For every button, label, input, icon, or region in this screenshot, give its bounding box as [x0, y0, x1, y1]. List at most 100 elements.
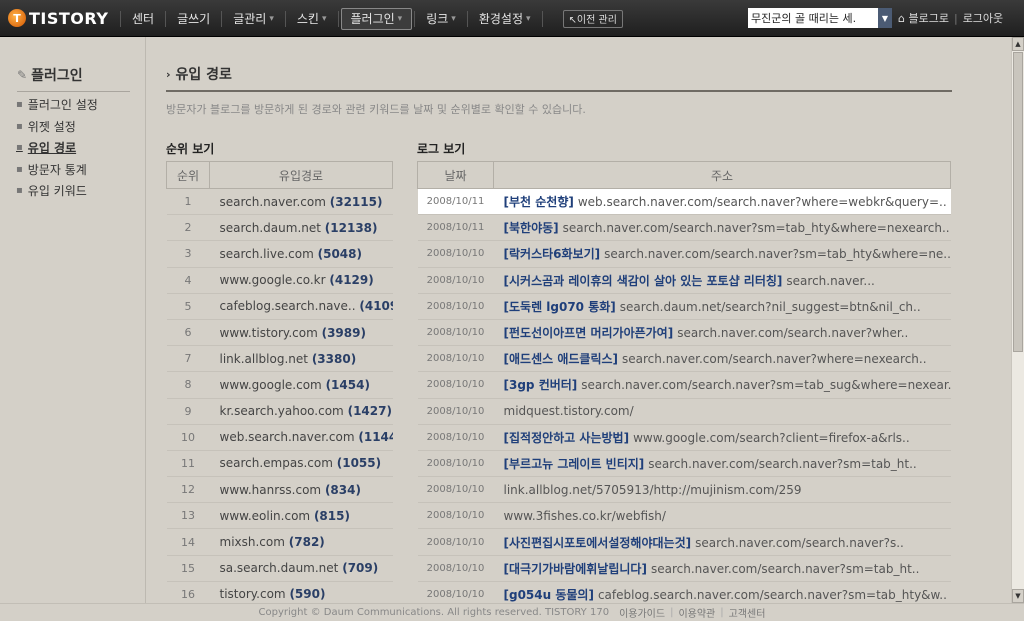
source-domain[interactable]: search.daum.net [220, 221, 321, 235]
source-cell[interactable]: www.google.com (1454) [209, 371, 393, 399]
url-link[interactable]: search.naver.com/search.naver?sm=tab_hty… [563, 221, 950, 235]
nav-item-0[interactable]: 센터 [123, 8, 163, 30]
tistory-logo[interactable]: T TISTORY [8, 8, 108, 28]
url-link[interactable]: search.naver... [786, 274, 874, 288]
nav-item-1[interactable]: 글쓰기 [168, 8, 219, 30]
url-link[interactable]: search.naver.com/search.naver?sm=tab_ht.… [648, 457, 916, 471]
url-cell[interactable]: midquest.tistory.com/ [493, 398, 951, 425]
nav-item-4[interactable]: 플러그인 ▾ [340, 7, 413, 30]
url-cell[interactable]: [북한야동] search.naver.com/search.naver?sm=t… [493, 214, 951, 242]
source-domain[interactable]: web.search.naver.com [220, 430, 355, 444]
url-link[interactable]: search.naver.com/search.naver?sm=tab_hty… [604, 247, 950, 261]
sidebar-item-3[interactable]: ▪ 방문자 통계 [16, 159, 98, 181]
keyword-label[interactable]: [북한야동] [504, 221, 559, 235]
scrollbar-thumb[interactable] [1013, 52, 1023, 352]
source-cell[interactable]: sa.search.daum.net (709) [209, 555, 393, 582]
source-domain[interactable]: www.hanrss.com [220, 483, 322, 497]
previous-admin-button[interactable]: ↖이전 관리 [562, 9, 623, 28]
url-link[interactable]: search.naver.com/search.naver?wher.. [677, 326, 908, 340]
source-cell[interactable]: link.allblog.net (3380) [209, 345, 393, 373]
keyword-label[interactable]: [집적정안하고 사는방법] [504, 431, 630, 445]
url-cell[interactable]: [시커스곰과 레이휴의 색감이 살아 있는 포토샵 리터칭] search.nav… [493, 267, 951, 294]
footer-link-guide[interactable]: 이용가이드 [619, 605, 665, 620]
url-link[interactable]: search.naver.com/search.naver?where=nexe… [622, 352, 927, 366]
url-link[interactable]: cafeblog.search.naver.com/search.naver?s… [598, 588, 947, 602]
url-cell[interactable]: [집적정안하고 사는방법] www.google.com/search?clien… [493, 424, 951, 451]
keyword-label[interactable]: [3gp 컨버터] [504, 378, 578, 392]
keyword-label[interactable]: [부르고뉴 그레이트 빈티지] [504, 457, 645, 471]
source-cell[interactable]: www.tistory.com (3989) [209, 319, 393, 347]
url-cell[interactable]: [대극기가바람에휘날립니다] search.naver.com/search.na… [493, 555, 951, 582]
source-cell[interactable]: search.empas.com (1055) [209, 450, 393, 478]
source-cell[interactable]: cafeblog.search.nave.. (4109) [209, 293, 393, 320]
source-cell[interactable]: www.google.co.kr (4129) [209, 267, 393, 294]
sidebar-item-1[interactable]: ▪ 위젯 설정 [16, 116, 98, 138]
scroll-up-icon[interactable]: ▲ [1012, 37, 1024, 51]
source-domain[interactable]: sa.search.daum.net [220, 561, 339, 575]
keyword-label[interactable]: [락커스타6화보기] [504, 247, 601, 261]
chevron-down-icon[interactable]: ▼ [878, 8, 892, 28]
url-link[interactable]: search.naver.com/search.naver?sm=tab_sug… [581, 378, 950, 392]
keyword-label[interactable]: [대극기가바람에휘날립니다] [504, 562, 647, 576]
url-link[interactable]: link.allblog.net/5705913/http://mujinism… [504, 483, 802, 497]
sidebar-item-0[interactable]: ▪ 플러그인 설정 [16, 94, 98, 116]
nav-item-3[interactable]: 스킨 ▾ [288, 8, 336, 30]
source-cell[interactable]: kr.search.yahoo.com (1427) [209, 398, 393, 425]
url-link[interactable]: web.search.naver.com/search.naver?where=… [578, 195, 947, 209]
url-cell[interactable]: [도둑렌 lg070 통화] search.daum.net/search?nil… [493, 293, 951, 320]
source-domain[interactable]: search.empas.com [220, 456, 333, 470]
url-cell[interactable]: [애드센스 애드클릭스] search.naver.com/search.nave… [493, 345, 951, 373]
footer-link-support[interactable]: 고객센터 [729, 605, 766, 620]
source-domain[interactable]: mixsh.com [220, 535, 285, 549]
source-domain[interactable]: link.allblog.net [220, 352, 308, 366]
nav-item-5[interactable]: 링크 ▾ [417, 8, 465, 30]
source-domain[interactable]: search.live.com [220, 247, 314, 261]
source-cell[interactable]: search.live.com (5048) [209, 240, 393, 268]
url-cell[interactable]: [부르고뉴 그레이트 빈티지] search.naver.com/search.n… [493, 450, 951, 478]
url-link[interactable]: www.3fishes.co.kr/webfish/ [504, 509, 666, 523]
nav-item-2[interactable]: 글관리 ▾ [224, 8, 283, 30]
source-cell[interactable]: tistory.com (590) [209, 581, 393, 603]
source-cell[interactable]: www.hanrss.com (834) [209, 476, 393, 504]
source-cell[interactable]: search.daum.net (12138) [209, 214, 393, 242]
url-link[interactable]: search.naver.com/search.naver?sm=tab_ht.… [651, 562, 919, 576]
footer-link-terms[interactable]: 이용약관 [678, 605, 715, 620]
keyword-label[interactable]: [사진편집시포토에서설정해야대는것] [504, 536, 692, 550]
keyword-label[interactable]: [펀도선이아프면 머리가아픈가여] [504, 326, 674, 340]
source-domain[interactable]: cafeblog.search.nave.. [220, 299, 356, 313]
url-cell[interactable]: [3gp 컨버터] search.naver.com/search.naver?s… [493, 371, 951, 399]
source-domain[interactable]: tistory.com [220, 587, 286, 601]
url-link[interactable]: search.daum.net/search?nil_suggest=btn&n… [620, 300, 921, 314]
source-cell[interactable]: web.search.naver.com (1144) [209, 424, 393, 451]
source-cell[interactable]: www.eolin.com (815) [209, 502, 393, 530]
source-domain[interactable]: www.google.com [220, 378, 322, 392]
url-cell[interactable]: [사진편집시포토에서설정해야대는것] search.naver.com/searc… [493, 528, 951, 556]
sidebar-item-2[interactable]: ▪ 유입 경로 [16, 137, 98, 159]
url-link[interactable]: www.google.com/search?client=firefox-a&r… [633, 431, 910, 445]
home-link-blog[interactable]: ⌂ 블로그로 [898, 10, 949, 26]
source-cell[interactable]: search.naver.com (32115) [209, 188, 393, 216]
url-cell[interactable]: [락커스타6화보기] search.naver.com/search.naver?… [493, 240, 951, 268]
url-cell[interactable]: [부천 순천향] web.search.naver.com/search.nave… [493, 188, 951, 216]
scroll-down-icon[interactable]: ▼ [1012, 589, 1024, 603]
keyword-label[interactable]: [도둑렌 lg070 통화] [504, 300, 616, 314]
keyword-label[interactable]: [시커스곰과 레이휴의 색감이 살아 있는 포토샵 리터칭] [504, 274, 783, 288]
keyword-label[interactable]: [부천 순천향] [504, 195, 574, 209]
sidebar-item-4[interactable]: ▪ 유입 키워드 [16, 180, 98, 202]
url-cell[interactable]: [g054u 동물의] cafeblog.search.naver.com/sea… [493, 581, 951, 603]
source-domain[interactable]: www.google.co.kr [220, 273, 326, 287]
url-link[interactable]: search.naver.com/search.naver?s.. [695, 536, 904, 550]
url-cell[interactable]: link.allblog.net/5705913/http://mujinism… [493, 476, 951, 504]
url-link[interactable]: midquest.tistory.com/ [504, 404, 634, 418]
source-domain[interactable]: kr.search.yahoo.com [220, 404, 344, 418]
source-cell[interactable]: mixsh.com (782) [209, 528, 393, 556]
nav-item-6[interactable]: 환경설정 ▾ [470, 8, 540, 30]
source-domain[interactable]: search.naver.com [220, 195, 326, 209]
logout-link[interactable]: 로그아웃 [963, 10, 1003, 26]
url-cell[interactable]: [펀도선이아프면 머리가아픈가여] search.naver.com/search… [493, 319, 951, 347]
source-domain[interactable]: www.eolin.com [220, 509, 311, 523]
url-cell[interactable]: www.3fishes.co.kr/webfish/ [493, 502, 951, 530]
keyword-label[interactable]: [g054u 동물의] [504, 588, 594, 602]
blog-select[interactable]: 무진군의 골 때리는 세. ▼ [748, 8, 892, 28]
keyword-label[interactable]: [애드센스 애드클릭스] [504, 352, 619, 366]
